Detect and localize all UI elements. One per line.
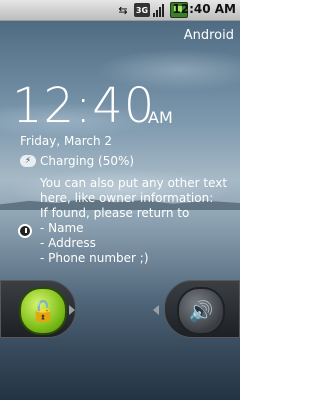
lockscreen-clock: 12:40 <box>12 78 156 134</box>
carrier-label: Android <box>183 28 234 43</box>
lockscreen-date: Friday, March 2 <box>20 134 113 148</box>
owner-line: - Address <box>40 236 96 250</box>
alarm-clock-icon <box>18 224 32 238</box>
charging-text: Charging (50%) <box>40 154 135 168</box>
owner-line: If found, please return to <box>40 206 190 220</box>
lockscreen-ampm: AM <box>148 108 173 127</box>
arrow-left-icon <box>153 305 159 315</box>
owner-line: You can also put any other text <box>40 176 228 190</box>
3g-icon: 3G <box>134 3 150 17</box>
unlock-button[interactable]: 🔓 <box>19 287 67 335</box>
plug-icon: ⚡ <box>20 155 36 167</box>
signal-icon <box>153 3 167 17</box>
status-bar: ⇆ 3G 12:40 AM <box>0 0 240 21</box>
sound-toggle-button[interactable]: 🔊 <box>177 287 225 335</box>
status-time: 12:40 AM <box>172 2 236 16</box>
speaker-icon: 🔊 <box>188 299 214 323</box>
lock-screen: ⇆ 3G 12:40 AM Android 12:40 AM Friday, M… <box>0 0 240 400</box>
usb-icon: ⇆ <box>118 3 128 17</box>
owner-line: here, like owner information: <box>40 191 214 205</box>
padlock-icon: 🔓 <box>30 299 56 323</box>
sound-toggle-slider[interactable]: 🔊 <box>153 280 240 338</box>
arrow-right-icon <box>69 305 75 315</box>
owner-info: You can also put any other text here, li… <box>40 176 240 266</box>
owner-line: - Phone number ;) <box>40 251 149 265</box>
unlock-slider[interactable]: 🔓 <box>0 280 76 338</box>
charging-status: ⚡ Charging (50%) <box>20 154 134 168</box>
owner-line: - Name <box>40 221 84 235</box>
